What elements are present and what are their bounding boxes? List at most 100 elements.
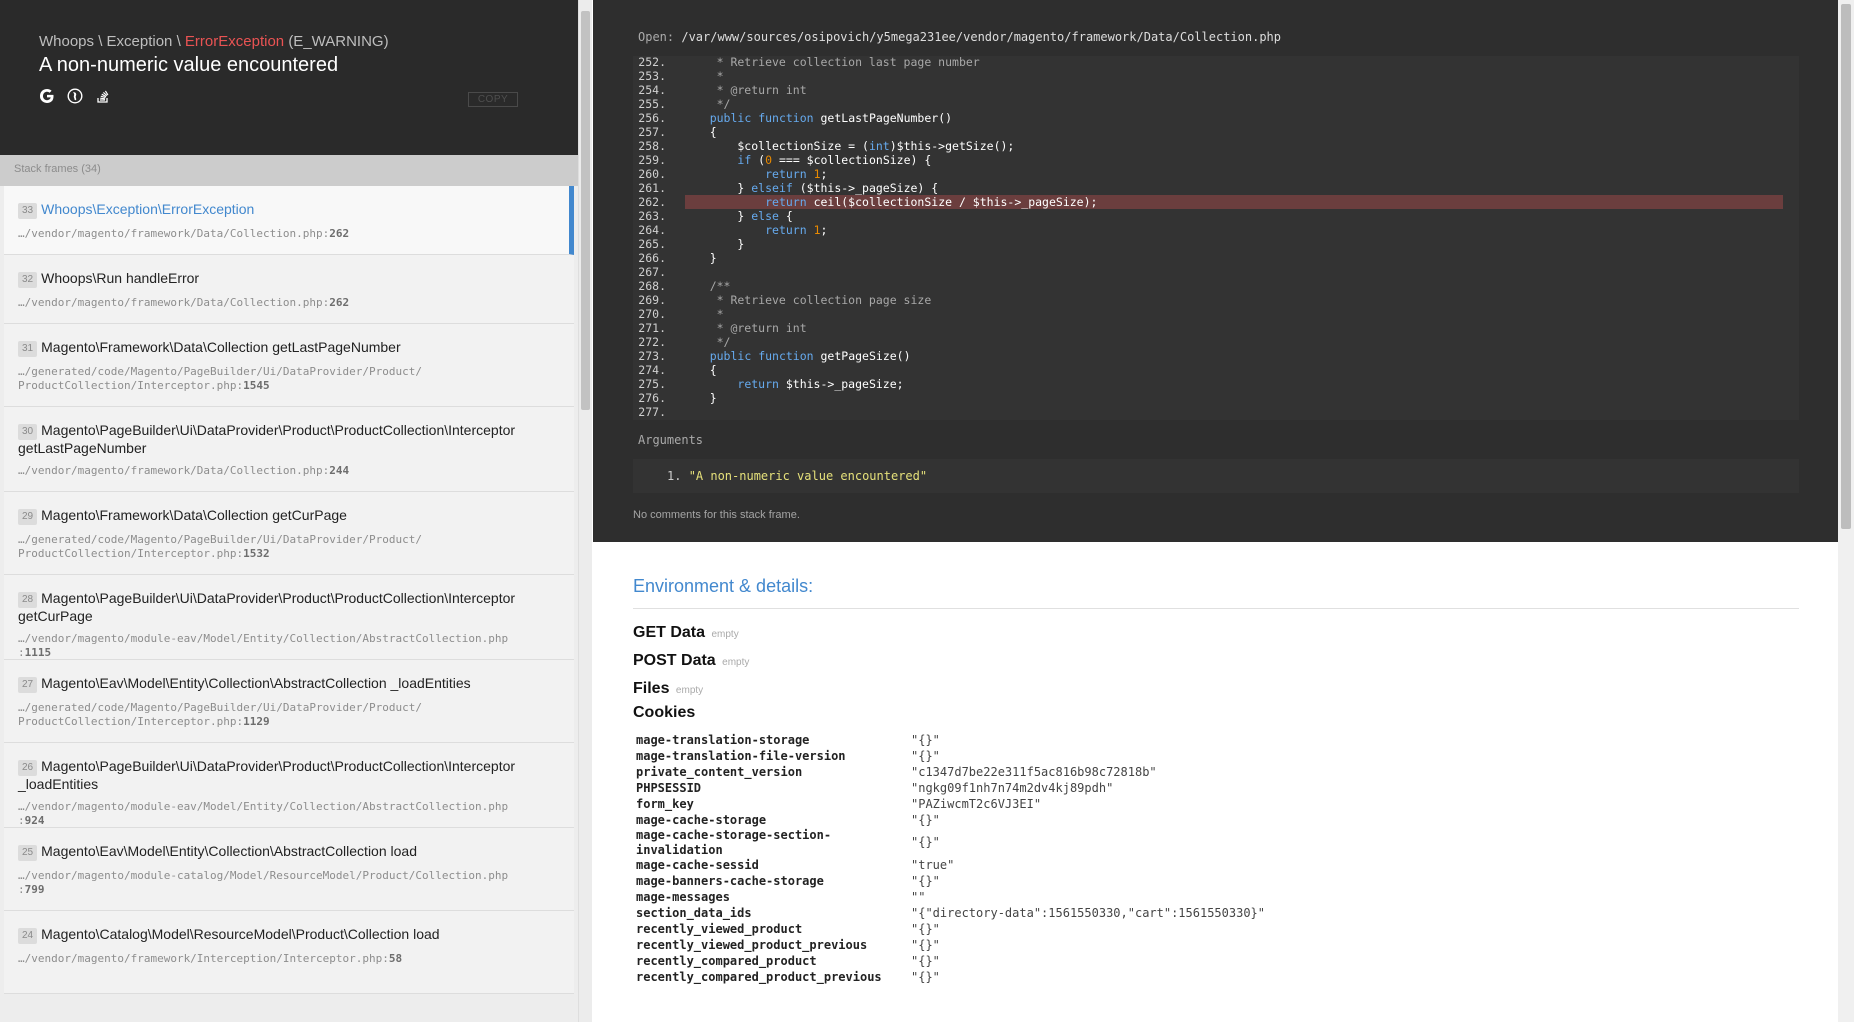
code-line-number: 272. — [638, 335, 666, 349]
google-icon[interactable] — [39, 88, 55, 104]
stack-frame-path: …/vendor/magento/framework/Data/Collecti… — [18, 227, 350, 240]
cookie-key: recently_viewed_product_previous — [636, 937, 868, 952]
cookie-row: mage-messages "" — [636, 889, 1536, 905]
code-line-text: } elseif ($this->_pageSize) { — [682, 181, 939, 195]
stack-frame-line: 244 — [329, 464, 350, 477]
cookie-value: "PAZiwcmT2c6VJ3EI" — [911, 796, 1042, 811]
cookie-row: PHPSESSID "ngkg09f1nh7n74m2dv4kj89pdh" — [636, 780, 1536, 796]
code-line: 275. return $this->_pageSize; — [633, 377, 1793, 391]
code-line: 261. } elseif ($this->_pageSize) { — [633, 181, 1793, 195]
post-data-section: POST Data empty — [633, 652, 749, 670]
cookie-value: "{}" — [911, 812, 940, 827]
stack-frame-title: 29 Magento\Framework\Data\Collection getC… — [18, 507, 554, 525]
code-line-number: 271. — [638, 321, 666, 335]
code-line-text: * — [682, 69, 724, 83]
cookie-row: recently_compared_product "{}" — [636, 953, 1536, 969]
file-path[interactable]: /var/www/sources/osipovich/y5mega231ee/v… — [681, 30, 1281, 44]
exception-message: A non-numeric value encountered — [39, 54, 339, 76]
stack-frame[interactable]: 27 Magento\Eav\Model\Entity\Collection\Ab… — [4, 660, 574, 743]
code-line: 272. */ — [633, 335, 1793, 349]
code-line: 252. * Retrieve collection last page num… — [633, 56, 1793, 69]
stack-frame-index: 28 — [18, 592, 38, 608]
stack-frame[interactable]: 25 Magento\Eav\Model\Entity\Collection\Ab… — [4, 828, 574, 911]
stack-frame-index: 33 — [18, 203, 38, 219]
copy-button[interactable]: COPY — [468, 92, 518, 107]
stack-frame-class: Magento\PageBuilder\Ui\DataProvider\Prod… — [18, 422, 516, 456]
stack-frame-line: 1115 — [24, 646, 52, 659]
stack-frame-class: Whoops\Exception\ErrorException — [41, 201, 255, 217]
cookie-row: section_data_ids "{"directory-data":15615… — [636, 905, 1536, 921]
open-label: Open: — [638, 30, 675, 44]
code-line-number: 261. — [638, 181, 666, 195]
stack-frame-class: Whoops\Run handleError — [41, 270, 200, 286]
code-area: Open: /var/www/sources/osipovich/y5mega2… — [593, 0, 1838, 542]
exception-class-suffix: (E_WARNING) — [288, 33, 389, 50]
stack-frame-path: …/generated/code/Magento/PageBuilder/Ui/… — [18, 533, 422, 560]
stackoverflow-icon[interactable] — [95, 88, 111, 104]
code-line-text: } — [682, 237, 745, 251]
code-line: 253. * — [633, 69, 1793, 83]
stack-frames-header: Stack frames (34) — [0, 155, 578, 186]
right-scrollbar-thumb[interactable] — [1841, 4, 1851, 529]
stack-frame[interactable]: 31 Magento\Framework\Data\Collection getL… — [4, 324, 574, 407]
cookie-key: recently_viewed_product — [636, 921, 803, 936]
code-line: 274. { — [633, 363, 1793, 377]
stack-frame[interactable]: 33 Whoops\Exception\ErrorException …/vendo… — [4, 186, 574, 255]
code-line-text: return $this->_pageSize; — [737, 377, 904, 391]
get-data-section: GET Data empty — [633, 624, 739, 642]
stack-frame-file: …/vendor/magento/framework/Data/Collecti… — [18, 464, 323, 477]
cookie-value: "{}" — [911, 937, 940, 952]
stack-frame[interactable]: 29 Magento\Framework\Data\Collection getC… — [4, 492, 574, 575]
code-line-number: 270. — [638, 307, 666, 321]
stack-frame[interactable]: 32 Whoops\Run handleError …/vendor/magento… — [4, 255, 574, 324]
file-open-link[interactable]: Open: /var/www/sources/osipovich/y5mega2… — [638, 30, 1281, 44]
stack-frames-list[interactable]: 33 Whoops\Exception\ErrorException …/vendo… — [4, 186, 574, 1022]
code-line: 277. — [633, 405, 1793, 419]
code-line-text: return 1; — [765, 167, 828, 181]
code-line: 269. * Retrieve collection page size — [633, 293, 1793, 307]
left-scrollbar-thumb[interactable] — [581, 11, 590, 410]
cookie-value: "{}" — [911, 969, 940, 984]
code-line: 260. return 1; — [633, 167, 1793, 181]
get-data-label: GET Data — [633, 624, 706, 641]
code-line: 262. return ceil($collectionSize / $this… — [638, 195, 1783, 209]
cookie-row: mage-cache-sessid "true" — [636, 857, 1536, 873]
cookie-value: "{}" — [911, 748, 940, 763]
code-line: 259. if (0 === $collectionSize) { — [633, 153, 1793, 167]
code-line: 265. } — [633, 237, 1793, 251]
stack-frame[interactable]: 28 Magento\PageBuilder\Ui\DataProvider\Pr… — [4, 575, 574, 660]
files-section: Files empty — [633, 680, 703, 698]
code-line-text: * @return int — [682, 321, 807, 335]
stack-frame-line: 799 — [24, 883, 45, 896]
stack-frame-class: Magento\Framework\Data\Collection getLas… — [41, 339, 401, 355]
environment-details: Environment & details: GET Data empty PO… — [593, 542, 1838, 1022]
cookie-row: mage-banners-cache-storage "{}" — [636, 873, 1536, 889]
exception-class: Whoops \ Exception \ ErrorException (E_W… — [39, 33, 389, 50]
code-line-number: 274. — [638, 363, 666, 377]
code-line: 257. { — [633, 125, 1793, 139]
code-line-number: 253. — [638, 69, 666, 83]
duckduckgo-icon[interactable] — [67, 88, 83, 104]
cookie-key: private_content_version — [636, 764, 803, 779]
stack-frame[interactable]: 26 Magento\PageBuilder\Ui\DataProvider\Pr… — [4, 743, 574, 828]
code-line: 268. /** — [633, 279, 1793, 293]
stack-frame-class: Magento\PageBuilder\Ui\DataProvider\Prod… — [18, 590, 516, 624]
stack-frame-path: …/vendor/magento/framework/Data/Collecti… — [18, 296, 350, 309]
code-line-text: { — [682, 363, 717, 377]
stack-frame[interactable]: 30 Magento\PageBuilder\Ui\DataProvider\Pr… — [4, 407, 574, 492]
get-data-empty: empty — [711, 629, 739, 640]
stack-frame[interactable]: 24 Magento\Catalog\Model\ResourceModel\Pr… — [4, 911, 574, 994]
argument-index: 1. — [667, 469, 682, 483]
stack-frame-file: …/generated/code/Magento/PageBuilder/Ui/… — [18, 365, 422, 392]
stack-frame-line: 262 — [329, 296, 350, 309]
code-line-number: 269. — [638, 293, 666, 307]
stack-frame-file: …/vendor/magento/module-catalog/Model/Re… — [18, 869, 509, 882]
stack-frame-title: 31 Magento\Framework\Data\Collection getL… — [18, 339, 554, 357]
arguments-box: 1. "A non-numeric value encountered" — [633, 459, 1799, 493]
cookie-value: "{"directory-data":1561550330,"cart":156… — [911, 905, 1266, 920]
code-line-number: 276. — [638, 391, 666, 405]
stack-frame-file: …/vendor/magento/framework/Data/Collecti… — [18, 296, 323, 309]
stack-frame-path: …/generated/code/Magento/PageBuilder/Ui/… — [18, 701, 422, 728]
stack-frame-title: 32 Whoops\Run handleError — [18, 270, 554, 288]
stack-frame-index: 30 — [18, 424, 38, 440]
